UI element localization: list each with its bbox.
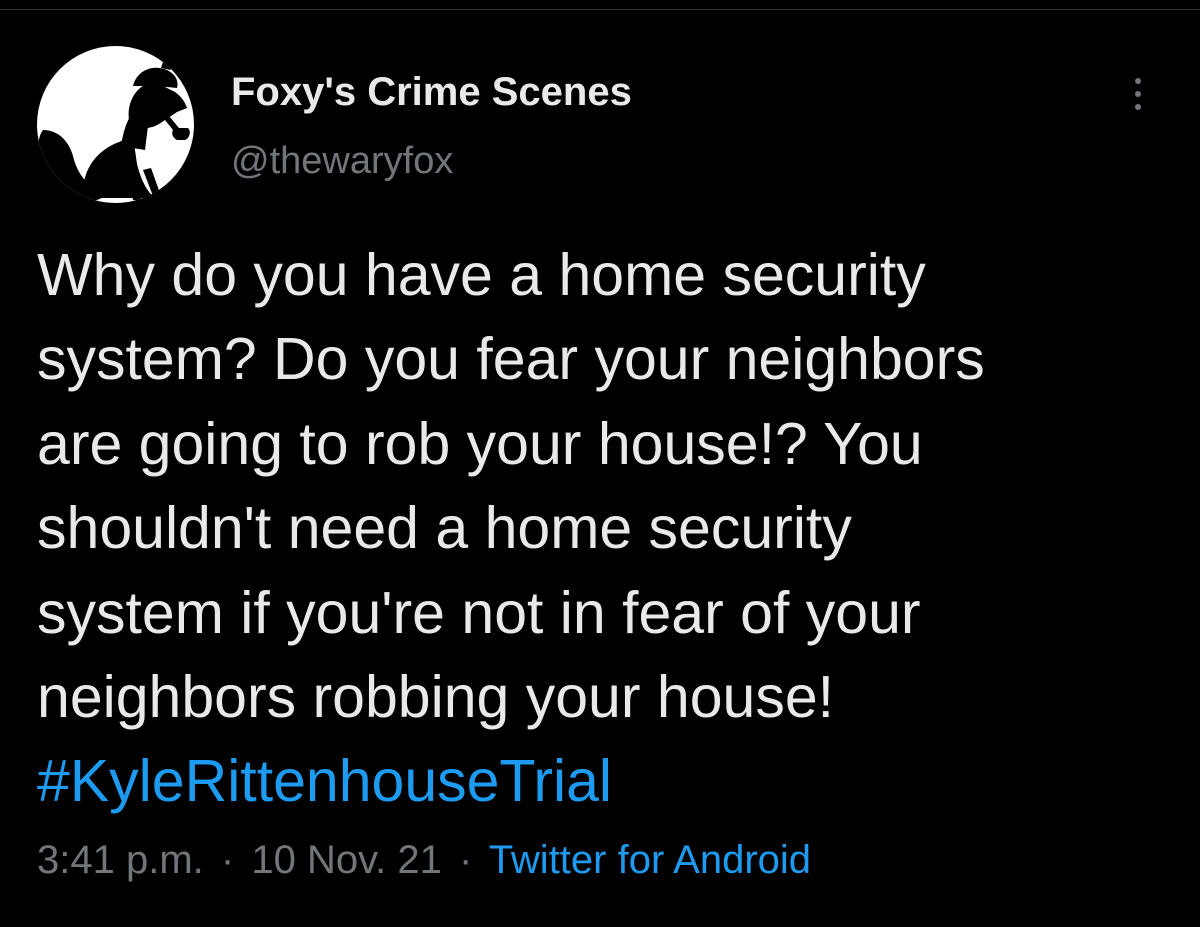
tweet-meta: 3:41 p.m. · 10 Nov. 21 · Twitter for And…	[37, 838, 811, 883]
tweet-text-line: system? Do you fear your neighbors	[37, 326, 985, 393]
tweet-source-link[interactable]: Twitter for Android	[489, 838, 811, 882]
more-vertical-icon-dot	[1135, 91, 1141, 97]
fox-detective-silhouette-icon	[38, 56, 190, 202]
top-divider	[0, 9, 1200, 10]
more-options-button[interactable]	[1120, 72, 1156, 116]
tweet-text: Why do you have a home security system? …	[37, 233, 1167, 824]
tweet-text-line: shouldn't need a home security	[37, 495, 852, 562]
tweet-time[interactable]: 3:41 p.m.	[37, 838, 204, 882]
meta-separator: ·	[220, 838, 235, 882]
meta-separator: ·	[458, 838, 473, 882]
more-vertical-icon	[1135, 78, 1141, 84]
tweet-text-line: system if you're not in fear of your	[37, 579, 921, 646]
tweet-date[interactable]: 10 Nov. 21	[251, 838, 442, 882]
hashtag-link[interactable]: #KyleRittenhouseTrial	[37, 739, 1167, 823]
author-handle[interactable]: @thewaryfox	[231, 140, 453, 183]
author-display-name[interactable]: Foxy's Crime Scenes	[231, 70, 632, 115]
tweet-text-line: neighbors robbing your house!	[37, 664, 835, 731]
tweet-text-line: are going to rob your house!? You	[37, 410, 923, 477]
avatar[interactable]	[37, 46, 194, 203]
more-vertical-icon-dot	[1135, 104, 1141, 110]
tweet-text-line: Why do you have a home security	[37, 242, 926, 308]
